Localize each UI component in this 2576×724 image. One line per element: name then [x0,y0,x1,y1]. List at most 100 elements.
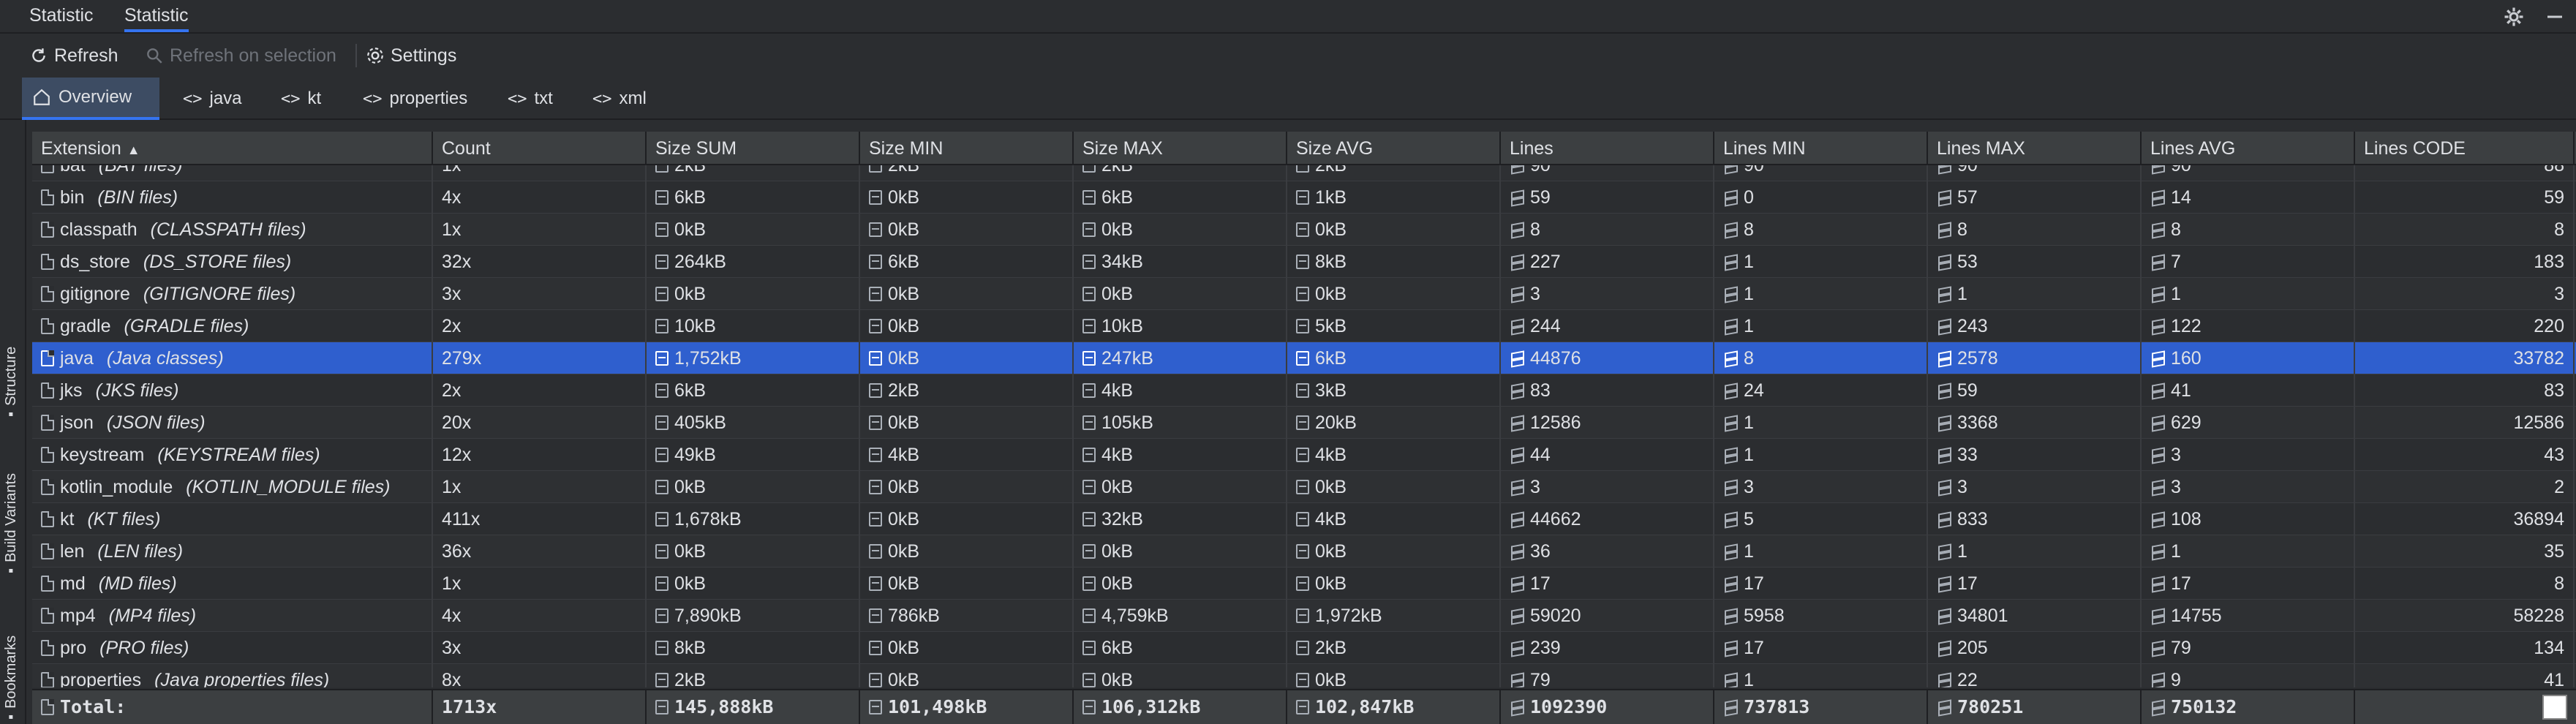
size-icon [1082,448,1096,462]
table-row[interactable]: jks (JKS files) 2x 6kB 2kB 4kB 3kB 83 24 59 41 83 [32,374,2576,407]
statistic-tool-window: Statistic Statistic Refresh Refresh on s… [0,0,2576,724]
cell-value: 1 [1744,252,1754,272]
extension-description: (MD files) [98,573,177,594]
table-row[interactable]: mp4 (MP4 files) 4x 7,890kB 786kB 4,759kB 1,972… [32,600,2576,632]
cell-size-max: 0kB [1074,214,1287,246]
settings-button[interactable]: Settings [366,42,456,69]
refresh-on-selection-button[interactable]: Refresh on selection [145,42,336,69]
refresh-button[interactable]: Refresh [29,42,118,69]
cell-lines-min: 1 [1714,407,1928,439]
table-row[interactable]: len (LEN files) 36x 0kB 0kB 0kB 0kB 36 1 1 1 35 [32,535,2576,567]
cell-value: 405kB [674,412,726,433]
table-row[interactable]: keystream (KEYSTREAM files) 12x 49kB 4kB 4kB 4… [32,439,2576,471]
cell-size-min: 0kB [860,407,1074,439]
column-header-count[interactable]: Count [433,132,647,165]
column-header-lines-code[interactable]: Lines CODE [2355,132,2575,165]
table-row[interactable]: bat (BAT files) 1x 2kB 2kB 2kB 2kB 90 90 90 90 88 [32,165,2576,181]
tab-overview[interactable]: Overview [22,78,159,120]
cell-size-sum: 0kB [647,214,860,246]
total-lines-max: 780251 [1928,690,2142,724]
table-row[interactable]: md (MD files) 1x 0kB 0kB 0kB 0kB 17 17 17 17 8 [32,567,2576,600]
table-row[interactable]: gitignore (GITIGNORE files) 3x 0kB 0kB 0kB 0kB… [32,278,2576,310]
code-icon: <> [281,89,301,108]
table-row[interactable]: java (Java classes) 279x 1,752kB 0kB 247kB 6kB… [32,342,2576,374]
sidebar-bookmarks[interactable]: ▪ Bookmarks [3,636,20,720]
column-header-size-min[interactable]: Size MIN [860,132,1074,165]
code-icon: <> [183,89,203,108]
extension-name: len [60,541,85,562]
table-row[interactable]: properties (Java properties files) 8x 2kB 0k… [32,664,2576,687]
table-row[interactable]: kt (KT files) 411x 1,678kB 0kB 32kB 4kB 44662 5 8… [32,503,2576,535]
extension-description: (JKS files) [95,380,179,401]
cell-lines-max: 34801 [1928,600,2142,632]
size-icon [1082,190,1096,205]
scroll-corner-box[interactable] [2542,695,2567,720]
cell-value: 8 [1744,348,1754,369]
table-row[interactable]: bin (BIN files) 4x 6kB 0kB 6kB 1kB 59 0 57 14 59 [32,181,2576,214]
cell-count: 1x [433,165,647,181]
column-header-size-avg[interactable]: Size AVG [1287,132,1501,165]
file-icon [41,350,54,366]
cell-value: 4x [442,187,462,208]
column-header-lines-avg[interactable]: Lines AVG [2142,132,2355,165]
tab-java[interactable]: <> java [173,78,252,120]
file-icon [41,286,54,302]
lines-icon [1937,700,1951,714]
tab-xml[interactable]: <> xml [582,78,657,120]
sidebar-build-variants[interactable]: ▪ Build Variants [3,473,20,573]
column-header-lines-max[interactable]: Lines MAX [1928,132,2142,165]
minimize-icon[interactable] [2544,6,2566,28]
size-icon [655,641,669,655]
extension-name: kotlin_module [60,477,173,497]
lines-icon [1510,576,1524,591]
size-icon [1296,383,1309,398]
column-header-lines[interactable]: Lines [1501,132,1714,165]
cell-value: 20x [442,412,472,433]
lines-icon [1937,608,1951,623]
lines-icon [1510,383,1524,398]
cell-value: 0kB [1101,477,1134,497]
cell-extension: bat (BAT files) [32,165,433,181]
cell-value: 0kB [888,316,920,336]
lines-icon [1937,544,1951,559]
tab-xml-label: xml [619,88,647,108]
file-icon [41,479,54,495]
column-header-size-sum[interactable]: Size SUM [647,132,860,165]
extension-name: bin [60,187,85,208]
lines-icon [1510,415,1524,430]
total-extension: Total: [32,690,433,724]
tab-statistic-1[interactable]: Statistic [29,0,94,32]
cell-size-sum: 0kB [647,471,860,503]
column-header-extension[interactable]: Extension ▲ [32,132,433,165]
cell-size-min: 0kB [860,567,1074,600]
tab-properties[interactable]: <> properties [353,78,478,120]
cell-value: 6kB [1101,187,1134,208]
lines-icon [2150,480,2165,494]
sidebar-structure[interactable]: ▪ Structure [3,347,20,417]
cell-size-sum: 6kB [647,181,860,214]
tab-txt[interactable]: <> txt [497,78,563,120]
cell-value: 0kB [674,477,707,497]
table-row[interactable]: pro (PRO files) 3x 8kB 0kB 6kB 2kB 239 17 205 79 13… [32,632,2576,664]
tab-kt[interactable]: <> kt [271,78,331,120]
table-row[interactable]: kotlin_module (KOTLIN_MODULE files) 1x 0kB 0… [32,471,2576,503]
table-row[interactable]: json (JSON files) 20x 405kB 0kB 105kB 20kB 1258… [32,407,2576,439]
table-row[interactable]: ds_store (DS_STORE files) 32x 264kB 6kB 34kB 8… [32,246,2576,278]
table-row[interactable]: classpath (CLASSPATH files) 1x 0kB 0kB 0kB 0kB… [32,214,2576,246]
cell-value: 2x [442,380,462,401]
gear-icon[interactable] [2503,6,2525,28]
size-icon [655,383,669,398]
cell-lines-code: 8 [2355,214,2575,246]
tab-statistic-2[interactable]: Statistic [124,0,189,32]
column-header-lines-min[interactable]: Lines MIN [1714,132,1928,165]
extension-name: md [60,573,86,594]
table-row[interactable]: gradle (GRADLE files) 2x 10kB 0kB 10kB 5kB 244 1… [32,310,2576,342]
cell-lines-min: 3 [1714,471,1928,503]
column-header-size-max[interactable]: Size MAX [1074,132,1287,165]
cell-lines-max: 22 [1928,664,2142,687]
size-icon [869,383,882,398]
table-body[interactable]: bat (BAT files) 1x 2kB 2kB 2kB 2kB 90 90 90 90 88 bi… [32,165,2576,687]
cell-value: 279x [442,348,482,369]
cell-value: 6kB [888,252,920,272]
cell-value: 14 [2171,187,2191,208]
